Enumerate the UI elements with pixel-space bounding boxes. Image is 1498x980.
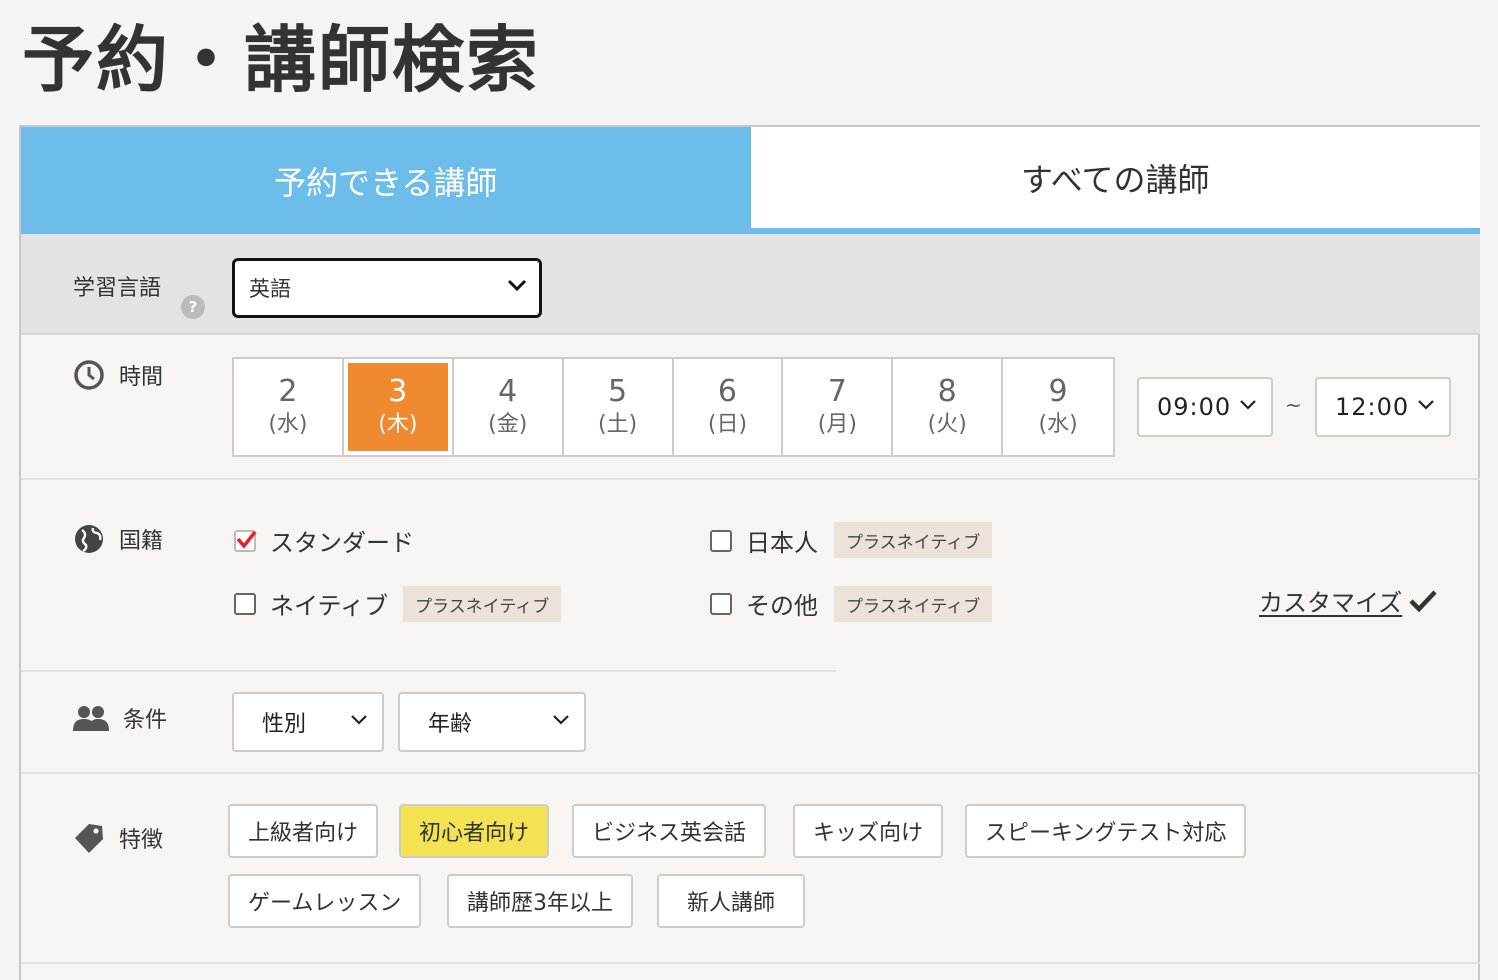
gender-select[interactable]: 性別 xyxy=(232,692,384,752)
option-label: スタンダード xyxy=(270,529,414,557)
date-cell[interactable]: 2 (水) xyxy=(234,359,344,455)
date-number: 5 xyxy=(608,374,628,409)
nationality-option-native[interactable]: ネイティブ xyxy=(234,586,388,621)
date-weekday: (水) xyxy=(268,412,308,437)
plus-native-badge: プラスネイティブ xyxy=(834,586,993,622)
language-row: 学習言語 英語 xyxy=(21,234,1480,335)
feature-chip[interactable]: 講師歴3年以上 xyxy=(447,874,633,928)
feature-chip[interactable]: ゲームレッスン xyxy=(228,874,422,928)
feature-chip[interactable]: 上級者向け xyxy=(228,804,379,858)
features-label: 特徴 xyxy=(119,828,164,853)
date-number: 8 xyxy=(937,374,957,409)
time-label: 時間 xyxy=(119,365,164,390)
feature-chip[interactable]: 新人講師 xyxy=(657,874,806,928)
date-weekday: (金) xyxy=(488,412,528,437)
page-title: 予約・講師検索 xyxy=(22,18,541,102)
tab-available-teachers[interactable]: 予約できる講師 xyxy=(21,127,751,234)
features-label-group: 特徴 xyxy=(73,822,163,854)
nationality-option-japanese[interactable]: 日本人 xyxy=(710,523,818,558)
option-label: ネイティブ xyxy=(270,592,389,620)
checkbox[interactable] xyxy=(710,529,732,552)
date-weekday: (火) xyxy=(927,412,967,437)
chevron-down-icon xyxy=(351,715,367,725)
conditions-label-group: 条件 xyxy=(73,702,167,734)
time-separator: ~ xyxy=(1285,393,1302,417)
date-number: 6 xyxy=(717,374,738,409)
customize-label: カスタマイズ xyxy=(1259,589,1403,617)
nationality-option-standard[interactable]: スタンダード xyxy=(234,523,414,558)
time-from-select[interactable]: 09:00 xyxy=(1137,377,1273,437)
date-cell[interactable]: 4 (金) xyxy=(453,359,564,455)
feature-chip-active[interactable]: 初心者向け xyxy=(399,804,550,858)
date-number: 4 xyxy=(498,374,518,409)
checkbox[interactable] xyxy=(234,592,256,615)
chevron-down-icon xyxy=(1418,400,1434,410)
chevron-down-icon xyxy=(553,715,569,725)
date-weekday: (日) xyxy=(707,412,748,437)
search-panel: 予約できる講師 すべての講師 学習言語 英語 時間 2 (水) 3 (木) 4 … xyxy=(19,125,1480,980)
time-to-select[interactable]: 12:00 xyxy=(1315,377,1451,437)
date-number: 2 xyxy=(278,374,298,409)
date-weekday: (水) xyxy=(1038,412,1078,437)
help-icon[interactable]: ? xyxy=(181,295,205,319)
language-select[interactable]: 英語 xyxy=(232,258,542,318)
nationality-option-other[interactable]: その他 xyxy=(710,586,818,621)
conditions-label: 条件 xyxy=(123,708,168,733)
date-cell-selected[interactable]: 3 (木) xyxy=(343,359,454,455)
date-number: 9 xyxy=(1048,374,1068,409)
gender-select-value: 性別 xyxy=(262,712,307,737)
feature-chip[interactable]: ビジネス英会話 xyxy=(572,804,767,858)
date-weekday: (木) xyxy=(378,412,418,437)
age-select[interactable]: 年齢 xyxy=(398,692,586,752)
clock-icon xyxy=(74,360,104,390)
date-cell[interactable]: 6 (日) xyxy=(673,359,784,455)
date-number: 3 xyxy=(388,374,408,409)
date-number: 7 xyxy=(827,374,847,409)
date-weekday: (月) xyxy=(817,412,857,437)
checkmark-icon xyxy=(236,530,257,549)
checkbox[interactable] xyxy=(710,592,732,615)
date-selected-highlight: 3 (木) xyxy=(347,363,448,451)
feature-chip[interactable]: スピーキングテスト対応 xyxy=(965,804,1247,858)
time-to-value: 12:00 xyxy=(1335,393,1410,421)
date-picker: 2 (水) 3 (木) 4 (金) 5 (土) 6 (日) 7 (月) 8 (火… xyxy=(232,357,1115,457)
conditions-row: 条件 性別 年齢 xyxy=(21,672,1480,774)
users-icon xyxy=(73,706,109,731)
language-label: 学習言語 xyxy=(73,276,162,301)
date-cell[interactable]: 8 (火) xyxy=(893,359,1004,455)
plus-native-badge: プラスネイティブ xyxy=(834,522,993,558)
date-cell[interactable]: 9 (水) xyxy=(1003,359,1114,455)
date-weekday: (土) xyxy=(598,412,638,437)
time-from-value: 09:00 xyxy=(1157,393,1232,421)
plus-native-badge: プラスネイティブ xyxy=(403,586,562,622)
chevron-down-icon xyxy=(507,279,527,292)
date-cell[interactable]: 7 (月) xyxy=(783,359,894,455)
nationality-label: 国籍 xyxy=(119,529,164,554)
date-cell[interactable]: 5 (土) xyxy=(563,359,674,455)
tab-bar: 予約できる講師 すべての講師 xyxy=(21,127,1480,234)
time-row: 時間 2 (水) 3 (木) 4 (金) 5 (土) 6 (日) 7 (月) 8… xyxy=(21,335,1480,480)
tab-all-teachers[interactable]: すべての講師 xyxy=(750,127,1480,234)
checkbox[interactable] xyxy=(234,529,257,552)
time-label-group: 時間 xyxy=(73,359,163,391)
option-label: その他 xyxy=(746,592,818,620)
nationality-label-group: 国籍 xyxy=(73,523,163,555)
language-select-value: 英語 xyxy=(249,277,291,301)
check-icon xyxy=(1409,589,1437,612)
chevron-down-icon xyxy=(1240,400,1256,410)
features-row: 特徴 上級者向け 初心者向け ビジネス英会話 キッズ向け スピーキングテスト対応… xyxy=(21,774,1480,964)
customize-link[interactable]: カスタマイズ xyxy=(1259,583,1438,618)
feature-chip[interactable]: キッズ向け xyxy=(793,804,944,858)
age-select-value: 年齢 xyxy=(428,712,473,737)
option-label: 日本人 xyxy=(746,529,818,557)
globe-icon xyxy=(75,525,103,553)
tag-icon xyxy=(75,824,103,853)
